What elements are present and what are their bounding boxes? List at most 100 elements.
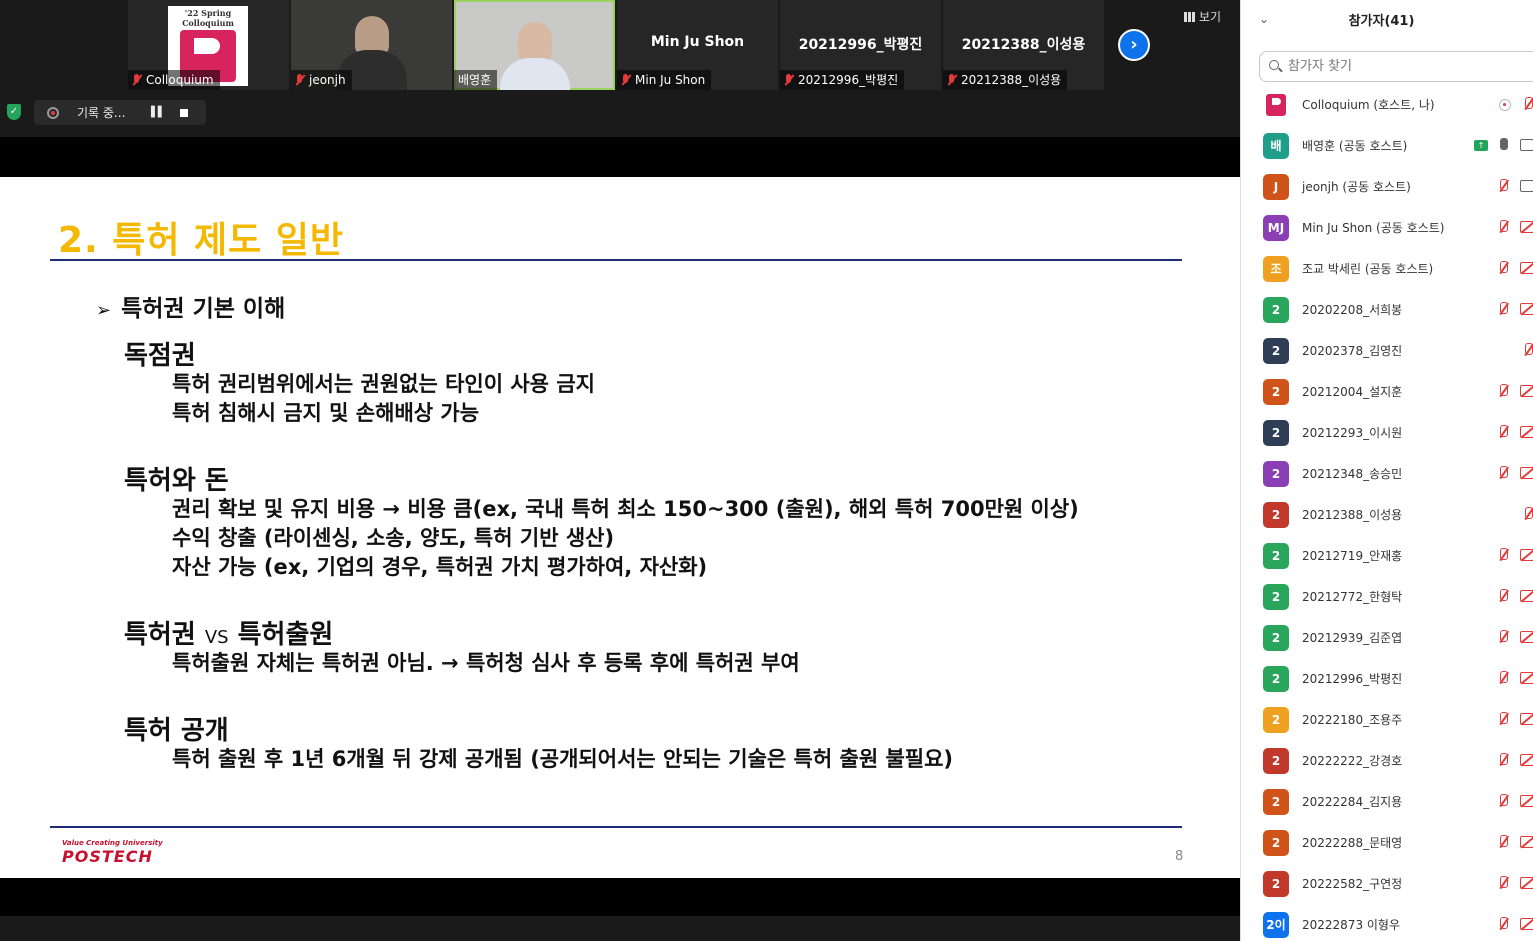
participant-row[interactable]: 조 조교 박세린 (공동 호스트): [1241, 248, 1533, 289]
microphone-muted-icon[interactable]: [1497, 917, 1509, 933]
participant-row[interactable]: MJ Min Ju Shon (공동 호스트): [1241, 207, 1533, 248]
microphone-muted-icon[interactable]: [1497, 302, 1509, 318]
participant-row[interactable]: 2 20212293_이시원: [1241, 412, 1533, 453]
shared-slide: 2. 특허 제도 일반 ➢ 특허권 기본 이해 독점권 특허 권리범위에서는 권원…: [0, 177, 1240, 878]
participant-name: 20222222_강경호: [1302, 754, 1403, 768]
microphone-muted-icon[interactable]: [1497, 425, 1509, 441]
microphone-muted-icon[interactable]: [1497, 794, 1509, 810]
video-camera-off-icon[interactable]: [1520, 672, 1533, 684]
microphone-muted-icon[interactable]: [1522, 507, 1533, 523]
video-camera-off-icon[interactable]: [1520, 795, 1533, 807]
participant-avatar: 2: [1263, 543, 1289, 569]
video-camera-off-icon[interactable]: [1520, 549, 1533, 561]
microphone-muted-icon[interactable]: [1497, 753, 1509, 769]
video-tile-20212996[interactable]: 20212996_박평진 20212996_박평진: [780, 0, 941, 90]
video-camera-off-icon[interactable]: [1520, 631, 1533, 643]
participant-row[interactable]: Colloquium (호스트, 나): [1241, 84, 1533, 125]
person-body: [499, 58, 570, 90]
microphone-muted-icon[interactable]: [1497, 589, 1509, 605]
participant-row[interactable]: 2 20212348_송승민: [1241, 453, 1533, 494]
stop-recording-button[interactable]: [180, 108, 189, 117]
logo-word: POSTECH: [62, 847, 153, 866]
tile-display-name: 20212388_이성용: [961, 37, 1086, 53]
tile-display-name: Min Ju Shon: [650, 34, 745, 50]
microphone-muted-icon[interactable]: [1497, 179, 1509, 195]
participant-row[interactable]: 2 20212388_이성용: [1241, 494, 1533, 535]
section-line: 수익 창출 (라이센싱, 소송, 양도, 특허 기반 생산): [172, 526, 615, 550]
video-tile-jeonjh[interactable]: jeonjh: [291, 0, 452, 90]
microphone-muted-icon[interactable]: [1497, 384, 1509, 400]
video-camera-off-icon[interactable]: [1520, 836, 1533, 848]
tile-name-tag: 20212388_이성용: [943, 70, 1068, 90]
recording-status-icon: [1499, 99, 1511, 111]
tile-name: 20212388_이성용: [961, 73, 1062, 87]
participant-row[interactable]: 배 배영훈 (공동 호스트) ↑: [1241, 125, 1533, 166]
microphone-muted-icon[interactable]: [1497, 671, 1509, 687]
participant-row[interactable]: 2 20212772_한형탁: [1241, 576, 1533, 617]
participant-row[interactable]: 2 20212719_안재홍: [1241, 535, 1533, 576]
participant-row[interactable]: 2 20202208_서희봉: [1241, 289, 1533, 330]
participant-row[interactable]: 2 20222288_문태영: [1241, 822, 1533, 863]
video-tile-colloquium[interactable]: '22 Spring Colloquium Colloquium: [128, 0, 289, 90]
participant-row[interactable]: 2 20212939_김준엽: [1241, 617, 1533, 658]
participant-row[interactable]: 2 20222582_구연정: [1241, 863, 1533, 904]
video-camera-icon[interactable]: [1520, 180, 1533, 192]
video-camera-off-icon[interactable]: [1520, 754, 1533, 766]
mic-muted-icon: [784, 74, 794, 86]
video-camera-off-icon[interactable]: [1520, 385, 1533, 397]
view-button[interactable]: 보기: [1184, 8, 1221, 25]
colloquium-logo-text: '22 Spring Colloquium: [182, 8, 234, 28]
video-tile-baeyounghoon[interactable]: 배영훈: [454, 0, 615, 90]
participant-avatar: 2: [1263, 871, 1289, 897]
video-tile-20212388[interactable]: 20212388_이성용 20212388_이성용: [943, 0, 1104, 90]
microphone-icon[interactable]: [1497, 138, 1509, 154]
participant-row[interactable]: 2 20222180_조용주: [1241, 699, 1533, 740]
participant-row[interactable]: Jjeonjh (공동 호스트): [1241, 166, 1533, 207]
video-camera-off-icon[interactable]: [1520, 713, 1533, 725]
microphone-muted-icon[interactable]: [1497, 466, 1509, 482]
microphone-muted-icon[interactable]: [1497, 220, 1509, 236]
participant-avatar: 조: [1263, 256, 1289, 282]
participant-name: 20212996_박평진: [1302, 672, 1403, 686]
participant-row[interactable]: 2 20222284_김지용: [1241, 781, 1533, 822]
microphone-muted-icon[interactable]: [1522, 97, 1533, 113]
participant-row[interactable]: 2이 20222873 이형우: [1241, 904, 1533, 941]
participant-row[interactable]: 2 20222222_강경호: [1241, 740, 1533, 781]
participant-search-input[interactable]: 참가자 찾기: [1259, 51, 1533, 82]
person-head: [517, 22, 552, 62]
tile-name-tag: 20212996_박평진: [780, 70, 905, 90]
search-icon: [1269, 60, 1279, 70]
microphone-muted-icon[interactable]: [1497, 261, 1509, 277]
video-camera-off-icon[interactable]: [1520, 221, 1533, 233]
participant-row[interactable]: 2 20202378_김영진: [1241, 330, 1533, 371]
video-camera-off-icon[interactable]: [1520, 303, 1533, 315]
participant-name: 20212348_송승민: [1302, 467, 1403, 481]
microphone-muted-icon[interactable]: [1497, 876, 1509, 892]
microphone-muted-icon[interactable]: [1522, 343, 1533, 359]
microphone-muted-icon[interactable]: [1497, 835, 1509, 851]
next-page-button[interactable]: ›: [1118, 29, 1150, 61]
video-tile-minjushon[interactable]: Min Ju Shon Min Ju Shon: [617, 0, 778, 90]
section-title-b: 특허출원: [237, 620, 334, 650]
section-title-a: 특허권: [124, 620, 196, 650]
microphone-muted-icon[interactable]: [1497, 712, 1509, 728]
video-strip: '22 Spring Colloquium Colloquium jeonjh: [0, 0, 1240, 137]
participant-row[interactable]: 2 20212996_박평진: [1241, 658, 1533, 699]
video-camera-off-icon[interactable]: [1520, 877, 1533, 889]
participant-row[interactable]: 2 20212004_설지훈: [1241, 371, 1533, 412]
microphone-muted-icon[interactable]: [1497, 630, 1509, 646]
microphone-muted-icon[interactable]: [1497, 548, 1509, 564]
video-camera-off-icon[interactable]: [1520, 262, 1533, 274]
search-placeholder: 참가자 찾기: [1288, 59, 1352, 74]
section-title: 특허 공개: [124, 716, 229, 746]
slide-bullet: ➢ 특허권 기본 이해: [96, 289, 285, 323]
video-camera-off-icon[interactable]: [1520, 467, 1533, 479]
participant-avatar: 2: [1263, 502, 1289, 528]
pause-recording-button[interactable]: ▌▌: [151, 107, 165, 118]
section-line: 특허 출원 후 1년 6개월 뒤 강제 공개됨 (공개되어서는 안되는 기술은 …: [172, 747, 954, 771]
video-camera-off-icon[interactable]: [1520, 426, 1533, 438]
video-camera-off-icon[interactable]: [1520, 590, 1533, 602]
video-camera-off-icon[interactable]: [1520, 918, 1533, 930]
video-camera-icon[interactable]: [1520, 139, 1533, 151]
encryption-shield-icon[interactable]: ✓: [7, 104, 21, 120]
